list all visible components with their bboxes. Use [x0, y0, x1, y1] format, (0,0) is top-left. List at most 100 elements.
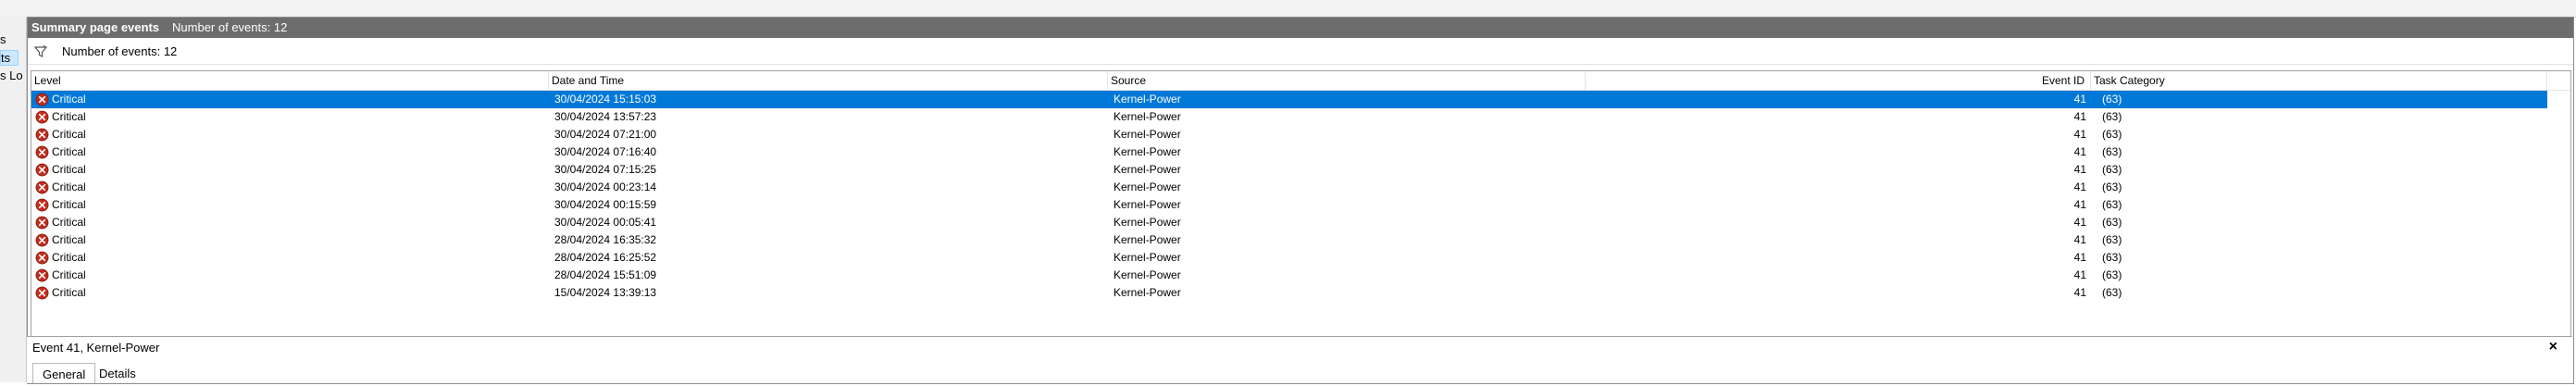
task-category-cell: (63) — [2102, 110, 2122, 123]
event-row[interactable]: Critical 30/04/2024 00:23:14 Kernel-Power 4… — [31, 179, 2547, 196]
panel-title: Summary page events — [31, 20, 160, 34]
level-cell: Critical — [52, 163, 86, 176]
date-time-cell: 28/04/2024 16:25:52 — [554, 251, 657, 264]
tree-item-fragment[interactable]: s Lo — [0, 68, 23, 82]
level-cell: Critical — [52, 233, 86, 246]
tab-details[interactable]: Details — [90, 363, 145, 383]
panel-subtitle: Number of events: 12 — [172, 20, 288, 34]
grid-header: Level Date and Time Source Event ID Task… — [31, 71, 2570, 91]
date-time-cell: 30/04/2024 00:23:14 — [554, 181, 657, 193]
tree-item-fragment-selected[interactable]: ts — [0, 50, 19, 66]
critical-error-icon — [35, 163, 49, 177]
source-cell: Kernel-Power — [1114, 110, 1181, 123]
event-id-cell: 41 — [2073, 251, 2086, 264]
source-cell: Kernel-Power — [1114, 286, 1181, 299]
task-category-cell: (63) — [2102, 163, 2122, 176]
close-icon[interactable]: × — [2549, 339, 2557, 355]
events-grid: Level Date and Time Source Event ID Task… — [31, 70, 2571, 350]
critical-error-icon — [35, 286, 49, 300]
task-category-cell: (63) — [2102, 251, 2122, 264]
event-row[interactable]: Critical 28/04/2024 16:25:52 Kernel-Power 4… — [31, 249, 2547, 267]
date-time-cell: 30/04/2024 00:05:41 — [554, 216, 657, 229]
level-cell: Critical — [52, 286, 86, 299]
critical-error-icon — [35, 145, 49, 159]
level-cell: Critical — [52, 110, 86, 123]
source-cell: Kernel-Power — [1114, 233, 1181, 246]
task-category-cell: (63) — [2102, 181, 2122, 193]
critical-error-icon — [35, 198, 49, 212]
tree-item-fragment[interactable]: s — [0, 32, 6, 46]
level-cell: Critical — [52, 181, 86, 193]
critical-error-icon — [35, 93, 49, 106]
source-cell: Kernel-Power — [1114, 128, 1181, 141]
event-id-cell: 41 — [2073, 93, 2086, 106]
level-cell: Critical — [52, 251, 86, 264]
column-header-task-category[interactable]: Task Category — [2091, 71, 2547, 90]
event-row[interactable]: Critical 30/04/2024 00:05:41 Kernel-Power 4… — [31, 214, 2547, 231]
date-time-cell: 28/04/2024 15:51:09 — [554, 268, 657, 281]
task-category-cell: (63) — [2102, 233, 2122, 246]
date-time-cell: 30/04/2024 00:15:59 — [554, 198, 657, 211]
column-header-source[interactable]: Source — [1108, 71, 1586, 90]
critical-error-icon — [35, 216, 49, 230]
top-bar — [0, 0, 2576, 18]
level-cell: Critical — [52, 145, 86, 158]
date-time-cell: 30/04/2024 07:15:25 — [554, 163, 657, 176]
event-id-cell: 41 — [2073, 268, 2086, 281]
tab-general[interactable]: General — [32, 363, 96, 383]
column-header-event-id[interactable]: Event ID — [1586, 71, 2091, 90]
task-category-cell: (63) — [2102, 216, 2122, 229]
event-row[interactable]: Critical 28/04/2024 15:51:09 Kernel-Power 4… — [31, 267, 2547, 284]
event-id-cell: 41 — [2073, 216, 2086, 229]
details-title: Event 41, Kernel-Power — [32, 341, 160, 355]
event-row[interactable]: Critical 15/04/2024 13:39:13 Kernel-Power 4… — [31, 284, 2547, 302]
critical-error-icon — [35, 233, 49, 247]
level-cell: Critical — [52, 268, 86, 281]
event-id-cell: 41 — [2073, 163, 2086, 176]
column-header-date-and-time[interactable]: Date and Time — [549, 71, 1108, 90]
event-id-cell: 41 — [2073, 110, 2086, 123]
event-id-cell: 41 — [2073, 145, 2086, 158]
event-row[interactable]: Critical 30/04/2024 15:15:03 Kernel-Power 4… — [31, 91, 2547, 108]
date-time-cell: 30/04/2024 07:21:00 — [554, 128, 657, 141]
column-header-level[interactable]: Level — [31, 71, 549, 90]
event-id-cell: 41 — [2073, 233, 2086, 246]
task-category-cell: (63) — [2102, 93, 2122, 106]
events-panel: Summary page events Number of events: 12 … — [27, 17, 2574, 384]
event-id-cell: 41 — [2073, 198, 2086, 211]
level-cell: Critical — [52, 128, 86, 141]
date-time-cell: 30/04/2024 15:15:03 — [554, 93, 657, 106]
event-id-cell: 41 — [2073, 128, 2086, 141]
task-category-cell: (63) — [2102, 198, 2122, 211]
event-row[interactable]: Critical 30/04/2024 13:57:23 Kernel-Power 4… — [31, 108, 2547, 126]
source-cell: Kernel-Power — [1114, 251, 1181, 264]
details-pane: Event 41, Kernel-Power × General Details — [27, 336, 2572, 383]
task-category-cell: (63) — [2102, 268, 2122, 281]
level-cell: Critical — [52, 198, 86, 211]
event-row[interactable]: Critical 30/04/2024 00:15:59 Kernel-Power 4… — [31, 196, 2547, 214]
date-time-cell: 15/04/2024 13:39:13 — [554, 286, 657, 299]
critical-error-icon — [35, 251, 49, 265]
event-row[interactable]: Critical 30/04/2024 07:15:25 Kernel-Power 4… — [31, 161, 2547, 179]
event-row[interactable]: Critical 28/04/2024 16:35:32 Kernel-Power 4… — [31, 231, 2547, 249]
source-cell: Kernel-Power — [1114, 216, 1181, 229]
source-cell: Kernel-Power — [1114, 145, 1181, 158]
critical-error-icon — [35, 268, 49, 282]
filter-icon[interactable] — [33, 44, 48, 59]
event-row[interactable]: Critical 30/04/2024 07:21:00 Kernel-Power 4… — [31, 126, 2547, 143]
panel-title-bar: Summary page events Number of events: 12 — [28, 18, 2573, 38]
critical-error-icon — [35, 128, 49, 142]
source-cell: Kernel-Power — [1114, 163, 1181, 176]
filter-bar: Number of events: 12 — [28, 40, 2573, 65]
source-cell: Kernel-Power — [1114, 198, 1181, 211]
event-count-label: Number of events: 12 — [62, 44, 178, 58]
date-time-cell: 30/04/2024 13:57:23 — [554, 110, 657, 123]
critical-error-icon — [35, 110, 49, 124]
event-row[interactable]: Critical 30/04/2024 07:16:40 Kernel-Power 4… — [31, 143, 2547, 161]
source-cell: Kernel-Power — [1114, 268, 1181, 281]
source-cell: Kernel-Power — [1114, 93, 1181, 106]
event-id-cell: 41 — [2073, 181, 2086, 193]
task-category-cell: (63) — [2102, 128, 2122, 141]
date-time-cell: 28/04/2024 16:35:32 — [554, 233, 657, 246]
console-tree-pane: s ts s Lo — [0, 17, 27, 382]
